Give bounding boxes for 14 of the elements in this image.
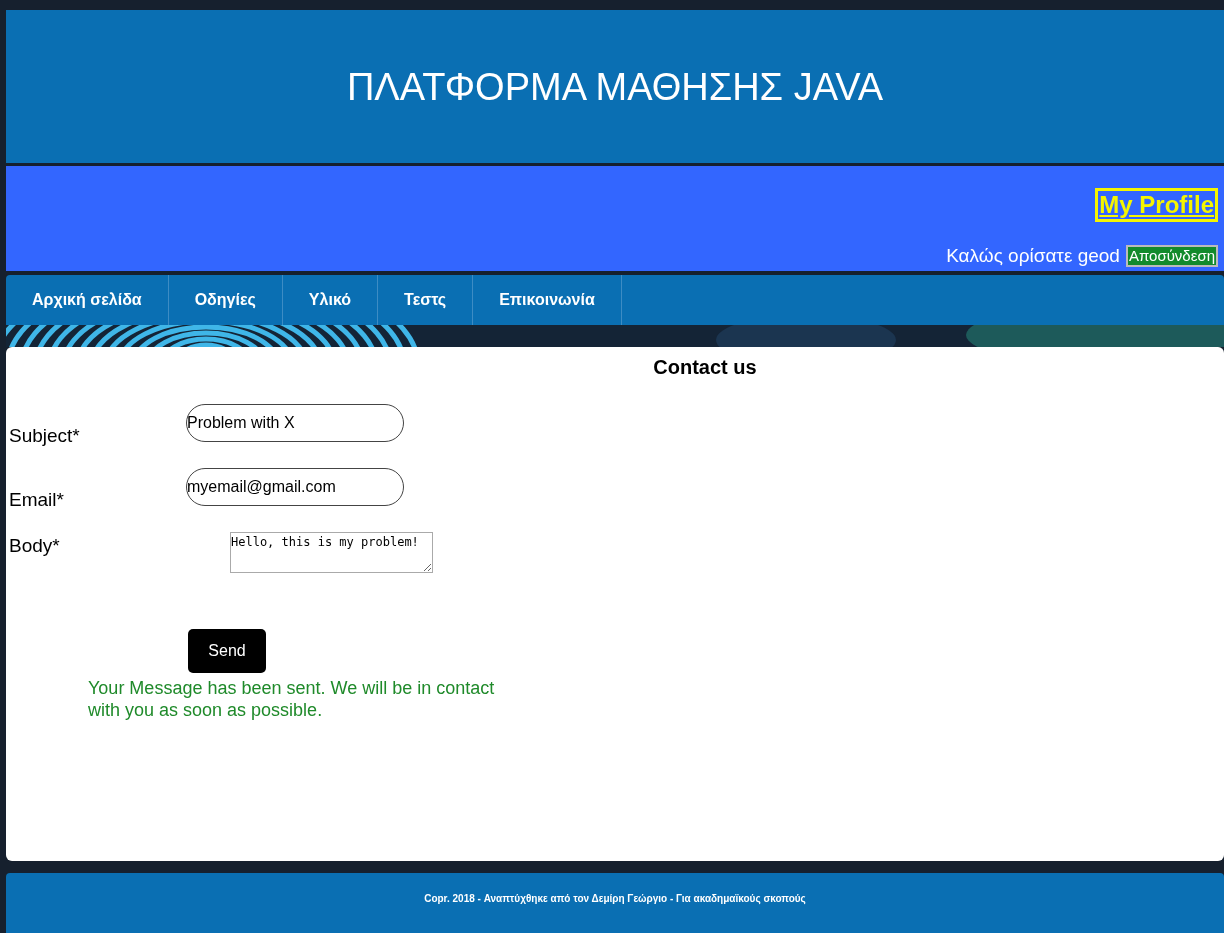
welcome-text: Καλώς ορίσατε geod bbox=[946, 244, 1120, 268]
logout-button[interactable]: Αποσύνδεση bbox=[1125, 245, 1218, 268]
site-title: ΠΛΑΤΦΟΡΜΑ ΜΑΘΗΣΗΣ JAVA bbox=[346, 67, 884, 106]
text-field[interactable]: myemail@gmail.com bbox=[186, 468, 404, 506]
field-label: Subject* bbox=[8, 424, 81, 448]
field-label: Email* bbox=[8, 488, 65, 512]
footer-text: Copr. 2018 - Αναπτύχθηκε από τον Δεμίρη Γεώργιο - Για ακαδημαϊκούς σκοπούς bbox=[424, 892, 806, 906]
send-button[interactable]: Send bbox=[188, 629, 266, 673]
body-field[interactable]: Hello, this is my problem! bbox=[230, 532, 433, 573]
text-field[interactable]: Problem with X bbox=[186, 404, 404, 442]
profile-link[interactable]: My Profile bbox=[1095, 188, 1218, 222]
success-message: Your Message has been sent. We will be in contact with you as soon as possible. bbox=[88, 677, 496, 721]
field-label: Body* bbox=[8, 534, 61, 558]
contact-title: Contact us bbox=[652, 355, 758, 380]
